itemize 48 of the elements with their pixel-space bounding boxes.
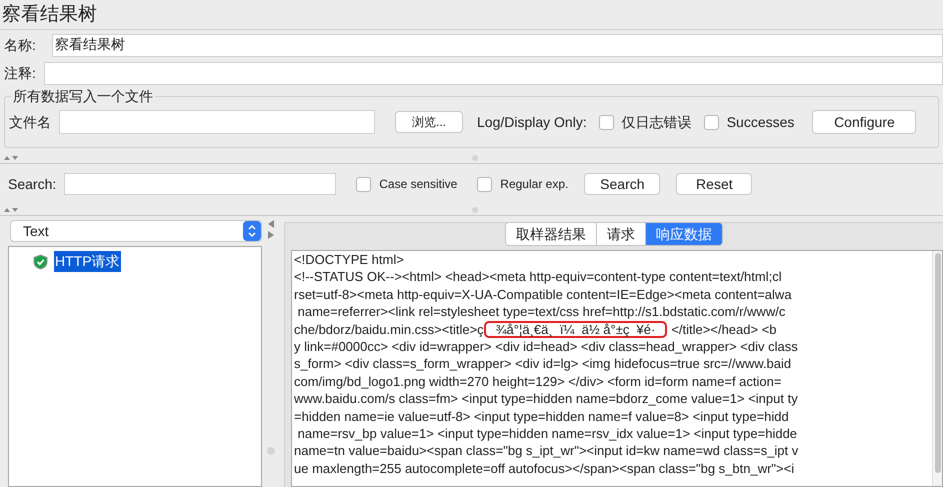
search-action-button[interactable]: Reset bbox=[676, 173, 752, 195]
field-label: 注释: bbox=[3, 64, 37, 82]
name-field[interactable]: 察看结果树 bbox=[52, 34, 943, 56]
checkbox-label: Successes bbox=[726, 112, 794, 132]
response-text-line: <!DOCTYPE html> bbox=[294, 251, 404, 268]
shield-check-icon bbox=[33, 254, 48, 270]
filename-field[interactable] bbox=[59, 110, 375, 134]
scrollbar[interactable] bbox=[932, 251, 942, 486]
group-legend: 所有数据写入一个文件 bbox=[11, 87, 155, 105]
response-text-line: ue maxlength=255 autocomplete=off autofocus></span><span class="bg s_btn_wr"><i bbox=[294, 460, 794, 478]
response-text-line: </title></head> <b bbox=[670, 320, 777, 338]
response-text-line: s_form> <div class=s_form_wrapper> <div id=lg> <img hidefocus=true src=//www.baid bbox=[294, 355, 792, 373]
collapse-arrows-icon[interactable] bbox=[4, 154, 18, 160]
collapse-right-icon[interactable] bbox=[268, 231, 274, 239]
field-label: 名称: bbox=[3, 36, 37, 54]
response-text-line: che/bdorz/baidu.min.css><title>ç bbox=[294, 320, 484, 338]
comment-field[interactable] bbox=[44, 62, 943, 84]
search-field[interactable] bbox=[64, 173, 336, 195]
checkbox-label: 仅日志错误 bbox=[622, 112, 692, 132]
response-text-line: =hidden name=ie value=utf-8> <input type=hidden name=f value=8> <input type=hidd bbox=[294, 408, 789, 425]
collapse-left-icon[interactable] bbox=[268, 220, 274, 228]
checkbox[interactable] bbox=[704, 114, 719, 130]
response-text-line: name=rsv_bp value=1> <input type=hidden name=rsv_idx value=1> <input type=hidde bbox=[296, 424, 798, 442]
tab[interactable]: 响应数据 bbox=[645, 223, 722, 245]
renderer-select[interactable]: Text bbox=[10, 220, 262, 242]
response-text-line: rset=utf-8><meta http-equiv=X-UA-Compatible content=IE=Edge><meta content=alwa bbox=[294, 286, 792, 304]
response-text-line: <!--STATUS OK--><html> <head><meta http-equiv=content-type content=text/html;cl bbox=[294, 268, 782, 286]
collapse-arrows-icon[interactable] bbox=[4, 206, 18, 212]
response-text-line: name=tn value=baidu><span class="bg s_ipt_wr"><input id=kw name=wd class=s_ipt v bbox=[294, 442, 798, 460]
response-text-line: y link=#0000cc> <div id=wrapper> <div id=head> <div class=head_wrapper> <div class bbox=[294, 338, 798, 356]
tree-item[interactable]: HTTP请求 bbox=[54, 251, 121, 272]
highlight-annotation: ¾å°¦ä¸€ä¸ ï¼ ä½ å°±ç ¥é· bbox=[484, 320, 668, 338]
checkbox-label: Case sensitive bbox=[379, 176, 458, 193]
response-text-line: name=referrer><link rel=stylesheet type=text/css href=http://s1.bdstatic.com/r/www/c bbox=[296, 303, 786, 321]
search-action-button[interactable]: Search bbox=[584, 173, 660, 195]
browse-button[interactable]: 浏览... bbox=[395, 111, 463, 133]
checkbox[interactable] bbox=[356, 176, 372, 192]
response-text-line: com/img/bd_logo1.png width=270 height=129> </div> <form id=form name=f action= bbox=[294, 372, 782, 390]
log-display-label: Log/Display Only: bbox=[477, 112, 587, 132]
configure-button[interactable]: Configure bbox=[812, 110, 916, 134]
response-text-line: www.baidu.com/s class=fm> <input type=hidden name=bdorz_come value=1> <input ty bbox=[294, 390, 798, 408]
stepper-icon bbox=[243, 221, 261, 241]
window-title: 察看结果树 bbox=[0, 0, 943, 30]
search-label: Search: bbox=[8, 174, 56, 194]
checkbox[interactable] bbox=[477, 176, 492, 192]
field-label: 文件名 bbox=[9, 112, 51, 132]
checkbox-label: Regular exp. bbox=[500, 176, 568, 193]
checkbox[interactable] bbox=[598, 114, 614, 130]
